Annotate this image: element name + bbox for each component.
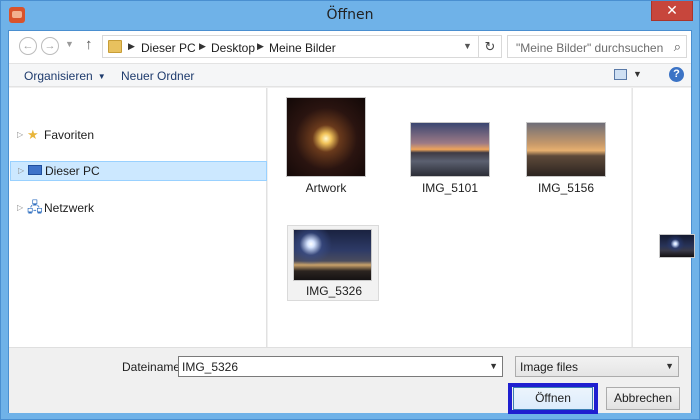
organize-button[interactable]: Organisieren ▼	[24, 69, 106, 83]
expand-arrow-icon[interactable]: ▷	[18, 166, 24, 175]
organize-label: Organisieren	[24, 69, 93, 83]
address-bar[interactable]: ▶ Dieser PC ▶ Desktop ▶ Meine Bilder ▼ ↻	[102, 35, 502, 58]
file-item-artwork[interactable]: Artwork	[285, 97, 379, 197]
search-input[interactable]: "Meine Bilder" durchsuchen ⌕	[507, 35, 687, 58]
thumbnail-image	[286, 97, 366, 177]
file-item-img-5156[interactable]: IMG_5156	[519, 112, 613, 197]
thumbnail-image	[526, 122, 606, 177]
recent-locations-chevron-icon[interactable]: ▼	[65, 39, 74, 49]
open-button[interactable]: Öffnen	[513, 387, 593, 410]
file-type-select[interactable]: Image files ▼	[515, 356, 679, 377]
search-icon[interactable]: ⌕	[674, 39, 681, 55]
file-list-pane: Artwork IMG_5101 IMG_5156 IMG_5326	[268, 88, 631, 347]
help-icon[interactable]: ?	[669, 67, 684, 82]
file-name: IMG_5326	[305, 284, 363, 298]
thumbnail-image	[293, 229, 372, 281]
sidebar-item-dieser-pc[interactable]: ▷ Dieser PC	[10, 161, 267, 181]
breadcrumb-separator-icon[interactable]: ▶	[199, 41, 206, 52]
expand-arrow-icon[interactable]: ▷	[17, 203, 23, 212]
title-bar: Öffnen ✕	[1, 1, 699, 30]
sidebar-item-netzwerk[interactable]: ▷ 🖧 Netzwerk	[9, 198, 266, 218]
open-dialog-window: Öffnen ✕ ← → ▼ ↑ ▶ Dieser PC ▶ Desktop ▶…	[0, 0, 700, 420]
breadcrumb-meine-bilder[interactable]: Meine Bilder	[269, 41, 336, 55]
filename-label: Dateiname:	[122, 360, 184, 374]
file-item-img-5101[interactable]: IMG_5101	[402, 112, 496, 197]
folder-icon	[108, 40, 122, 53]
refresh-icon[interactable]: ↻	[478, 36, 501, 57]
expand-arrow-icon[interactable]: ▷	[17, 130, 23, 139]
view-options-chevron-icon[interactable]: ▼	[633, 69, 642, 79]
file-name: Artwork	[305, 181, 347, 195]
chevron-down-icon: ▼	[665, 361, 674, 371]
thumbnail-image	[410, 122, 490, 177]
network-icon: 🖧	[27, 199, 43, 215]
file-type-value: Image files	[520, 360, 579, 374]
address-dropdown-chevron-icon[interactable]: ▼	[463, 41, 472, 51]
change-view-icon[interactable]	[614, 69, 627, 80]
file-name: IMG_5101	[421, 181, 479, 195]
navigation-bar: ← → ▼ ↑ ▶ Dieser PC ▶ Desktop ▶ Meine Bi…	[9, 31, 691, 63]
breadcrumb-dieser-pc[interactable]: Dieser PC	[141, 41, 196, 55]
filename-value: IMG_5326	[182, 360, 239, 374]
breadcrumb-desktop[interactable]: Desktop	[211, 41, 255, 55]
navigation-pane: ▷ ★ Favoriten ▷ Dieser PC ▷ 🖧 Netzwerk	[9, 88, 267, 347]
file-name: IMG_5156	[537, 181, 595, 195]
sidebar-item-label: Netzwerk	[44, 201, 95, 215]
new-folder-button[interactable]: Neuer Ordner	[121, 69, 194, 83]
sidebar-item-label: Favoriten	[44, 128, 95, 142]
back-arrow-icon[interactable]: ←	[19, 37, 37, 55]
cancel-button[interactable]: Abbrechen	[606, 387, 680, 410]
forward-arrow-icon[interactable]: →	[41, 37, 59, 55]
chevron-down-icon[interactable]: ▼	[489, 361, 498, 371]
chevron-down-icon: ▼	[97, 72, 106, 81]
up-arrow-icon[interactable]: ↑	[85, 36, 93, 53]
file-item-img-5326[interactable]: IMG_5326	[287, 225, 379, 301]
sidebar-item-favoriten[interactable]: ▷ ★ Favoriten	[9, 125, 266, 145]
sidebar-item-label: Dieser PC	[45, 164, 100, 178]
search-placeholder: "Meine Bilder" durchsuchen	[516, 41, 664, 55]
computer-icon	[28, 165, 42, 175]
preview-image	[659, 234, 695, 258]
filename-field[interactable]: IMG_5326 ▼	[178, 356, 503, 377]
window-title: Öffnen	[326, 7, 374, 23]
breadcrumb-separator-icon[interactable]: ▶	[128, 41, 135, 52]
dialog-client-area: ← → ▼ ↑ ▶ Dieser PC ▶ Desktop ▶ Meine Bi…	[8, 30, 695, 414]
command-toolbar: Organisieren ▼ Neuer Ordner ▼ ?	[9, 63, 691, 87]
dialog-footer: Dateiname: IMG_5326 ▼ Image files ▼ Öffn…	[9, 347, 691, 414]
preview-pane	[632, 88, 695, 347]
close-button[interactable]: ✕	[651, 1, 693, 21]
star-icon: ★	[27, 127, 39, 142]
breadcrumb-separator-icon[interactable]: ▶	[257, 41, 264, 52]
